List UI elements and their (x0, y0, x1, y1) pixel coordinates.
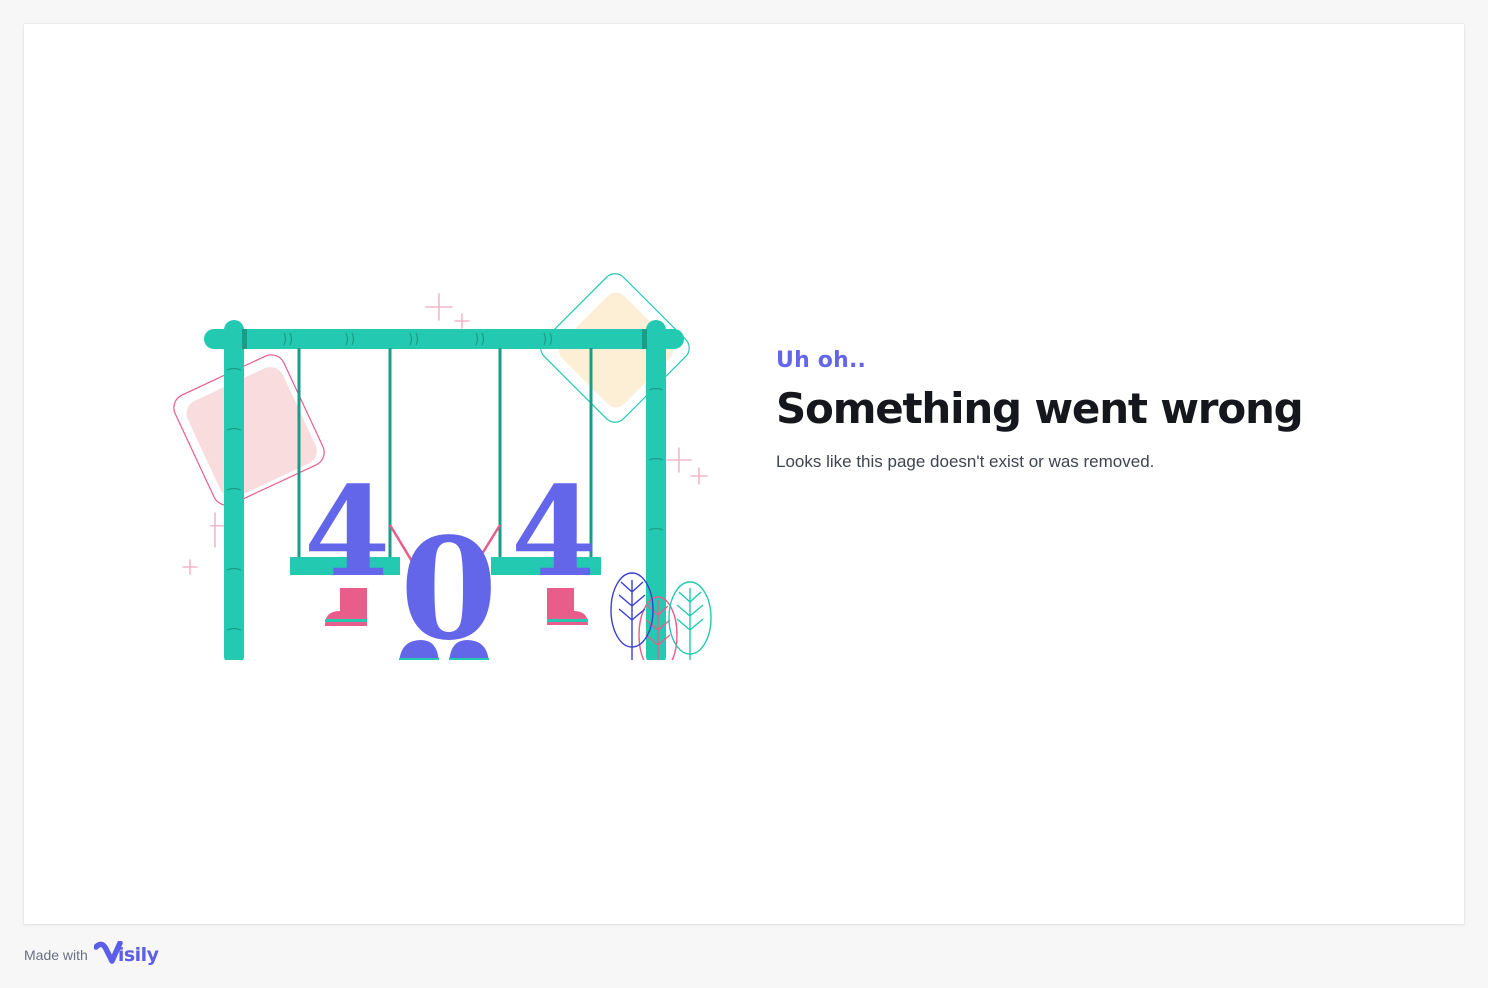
error-message-block: Uh oh.. Something went wrong Looks like … (776, 346, 1396, 474)
error-headline: Something went wrong (776, 384, 1304, 433)
error-card: 4 0 4 Uh oh.. Something went wrong Looks… (24, 24, 1464, 924)
digit-four-right: 4 (511, 460, 597, 605)
made-with-label: Made with (24, 947, 88, 963)
visily-logo[interactable]: isily (93, 941, 159, 969)
visily-logo-text: isily (117, 944, 159, 966)
digit-four-left: 4 (304, 460, 390, 605)
made-with-footer[interactable]: Made with isily (24, 940, 159, 970)
digit-zero: 0 (400, 508, 497, 660)
error-description: Looks like this page doesn't exist or wa… (776, 452, 1155, 471)
swing-404-illustration: 4 0 4 (173, 273, 712, 660)
error-eyebrow: Uh oh.. (776, 348, 867, 373)
